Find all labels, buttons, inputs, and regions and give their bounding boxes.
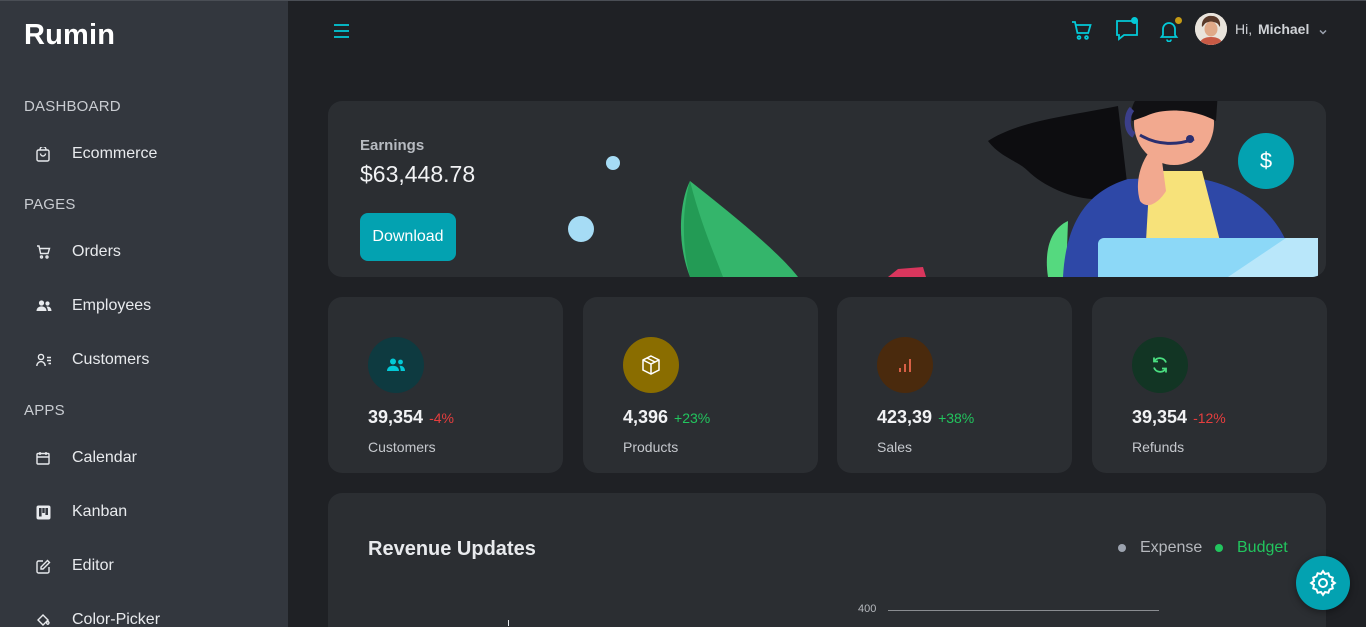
section-title-dashboard: DASHBOARD	[24, 98, 121, 115]
sidebar-item-label: Orders	[72, 243, 121, 260]
revenue-card: Revenue Updates Expense Budget 400	[328, 493, 1326, 627]
chat-notification-dot	[1131, 17, 1138, 24]
stat-value: 39,354 -12%	[1132, 407, 1226, 428]
chevron-down-icon[interactable]	[1318, 23, 1328, 41]
sidebar-item-calendar[interactable]: Calendar	[24, 438, 274, 478]
gear-icon	[1309, 569, 1337, 597]
sidebar-item-label: Calendar	[72, 449, 137, 466]
stat-value: 4,396 +23%	[623, 407, 710, 428]
greeting-text: Hi,	[1235, 21, 1253, 37]
shopping-bag-icon	[24, 134, 64, 174]
legend-expense[interactable]: Expense	[1118, 539, 1202, 557]
edit-icon	[24, 546, 64, 586]
stat-label: Sales	[877, 439, 913, 455]
menu-icon[interactable]	[332, 22, 352, 40]
bell-notification-dot	[1175, 17, 1182, 24]
stat-change: -12%	[1193, 410, 1226, 426]
stat-label: Refunds	[1132, 439, 1185, 455]
sidebar-item-editor[interactable]: Editor	[24, 546, 274, 586]
paint-bucket-icon	[24, 600, 64, 627]
box-icon[interactable]	[623, 337, 679, 393]
stat-value: 423,39 +38%	[877, 407, 974, 428]
kanban-icon	[24, 492, 64, 532]
chart-tick-mark	[508, 620, 509, 626]
stat-label: Products	[623, 439, 679, 455]
stat-card-products: 4,396 +23% Products	[583, 297, 818, 473]
stat-card-sales: 423,39 +38% Sales	[837, 297, 1072, 473]
calendar-icon	[24, 438, 64, 478]
settings-button[interactable]	[1296, 556, 1350, 610]
legend-label: Budget	[1237, 539, 1288, 556]
top-border	[288, 0, 1366, 1]
legend-dot	[1215, 544, 1223, 552]
earnings-illustration	[568, 101, 1318, 277]
sidebar-item-customers[interactable]: Customers	[24, 340, 274, 380]
refresh-icon[interactable]	[1132, 337, 1188, 393]
sidebar-item-label: Color-Picker	[72, 611, 161, 627]
sidebar-item-orders[interactable]: Orders	[24, 232, 274, 272]
stat-change: +38%	[938, 410, 975, 426]
sidebar-item-label: Editor	[72, 557, 114, 574]
user-list-icon	[24, 340, 64, 380]
stat-change: +23%	[674, 410, 711, 426]
stat-card-refunds: 39,354 -12% Refunds	[1092, 297, 1327, 473]
section-title-pages: PAGES	[24, 196, 76, 213]
sidebar: Rumin DASHBOARD Ecommerce PAGES Orders E…	[0, 0, 288, 627]
chart-gridline	[888, 610, 1159, 611]
username[interactable]: Michael	[1258, 21, 1309, 37]
stat-label: Customers	[368, 439, 436, 455]
stat-number: 423,39	[877, 407, 933, 427]
sidebar-item-kanban[interactable]: Kanban	[24, 492, 274, 532]
legend-label: Expense	[1140, 539, 1203, 556]
sidebar-item-label: Customers	[72, 351, 150, 368]
sidebar-item-employees[interactable]: Employees	[24, 286, 274, 326]
legend-dot	[1118, 544, 1126, 552]
earnings-value: $63,448.78	[360, 161, 476, 187]
revenue-title: Revenue Updates	[368, 538, 536, 560]
sidebar-item-label: Ecommerce	[72, 145, 158, 162]
bar-chart-icon[interactable]	[877, 337, 933, 393]
stat-card-customers: 39,354 -4% Customers	[328, 297, 563, 473]
axis-tick-label: 400	[858, 603, 877, 615]
stat-change: -4%	[429, 410, 454, 426]
stat-number: 39,354	[1132, 407, 1188, 427]
app-logo[interactable]: Rumin	[24, 19, 115, 52]
sidebar-item-label: Kanban	[72, 503, 128, 520]
sidebar-item-ecommerce[interactable]: Ecommerce	[24, 134, 274, 174]
download-button[interactable]: Download	[360, 213, 456, 261]
earnings-label: Earnings	[360, 137, 425, 154]
stat-number: 4,396	[623, 407, 669, 427]
sidebar-item-label: Employees	[72, 297, 152, 314]
stat-value: 39,354 -4%	[368, 407, 454, 428]
avatar[interactable]	[1195, 13, 1227, 45]
legend-budget[interactable]: Budget	[1215, 539, 1288, 557]
earnings-card: Earnings $63,448.78 Download $	[328, 101, 1326, 277]
stat-number: 39,354	[368, 407, 424, 427]
users-icon[interactable]	[368, 337, 424, 393]
dollar-icon[interactable]: $	[1238, 133, 1294, 189]
cart-icon	[24, 232, 64, 272]
cart-icon[interactable]	[1070, 18, 1094, 42]
section-title-apps: APPS	[24, 402, 65, 419]
users-icon	[24, 286, 64, 326]
sidebar-item-color-picker[interactable]: Color-Picker	[24, 600, 274, 627]
